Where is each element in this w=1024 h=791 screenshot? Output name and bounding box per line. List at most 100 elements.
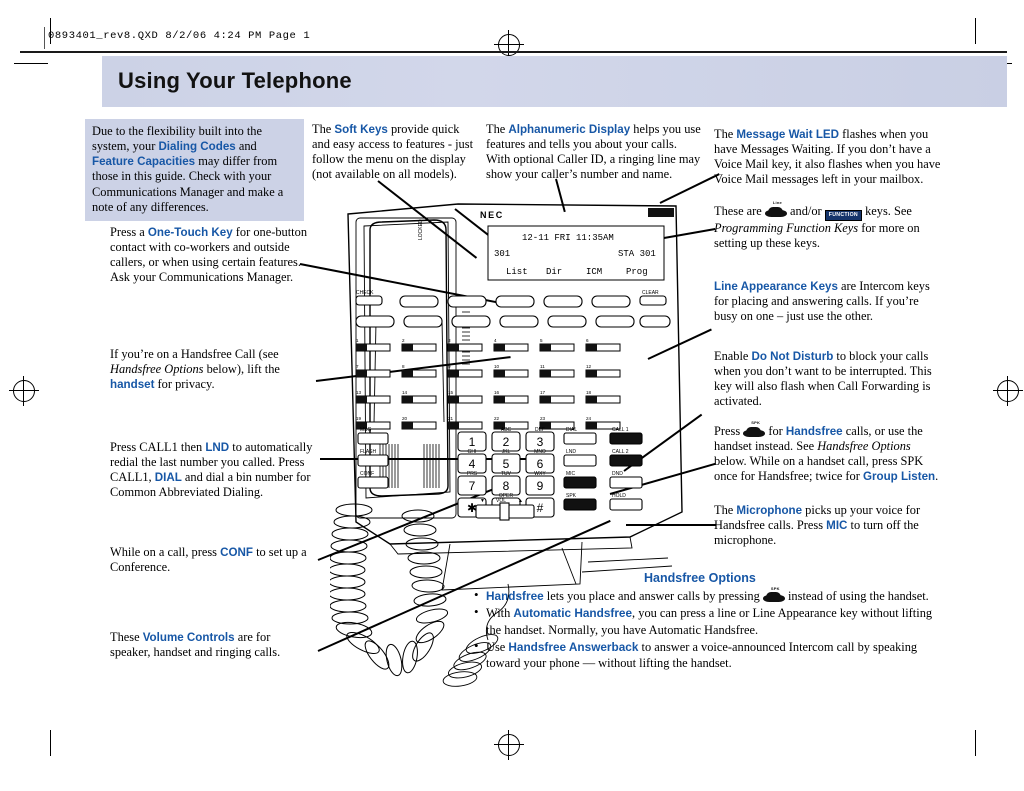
one-touch-key-label: 23 (540, 416, 546, 421)
one-touch-key-led (356, 396, 367, 403)
soft-key-12 (639, 315, 671, 328)
one-touch-key-label: 21 (448, 416, 454, 421)
clear-label: CLEAR (642, 290, 659, 296)
dialpad-digit: 6 (537, 457, 544, 471)
registration-mark-right (993, 376, 1023, 406)
page-title: Using Your Telephone (118, 68, 352, 93)
one-touch-key-label: 11 (540, 364, 545, 369)
one-touch-key-led (448, 370, 459, 377)
one-touch-key-label: 1 (356, 338, 359, 343)
function-key-label: LND (566, 449, 576, 455)
one-touch-key-label: 6 (586, 338, 589, 343)
brand-label: NEC (480, 210, 504, 220)
lnd-dial-note: Press CALL1 then LND to automatically re… (110, 440, 313, 500)
display-line1: 12-11 FRI 11:35AM (522, 233, 614, 243)
function-key-dnd[interactable] (609, 476, 643, 489)
function-key-hold[interactable] (609, 498, 643, 511)
one-touch-key-label: 19 (356, 416, 362, 421)
function-key-label: HOLD (612, 493, 626, 499)
function-key-conf[interactable] (357, 476, 389, 489)
one-touch-key-label: 7 (356, 364, 359, 369)
one-touch-key-led (586, 396, 597, 403)
one-touch-key-matrix: 1 2 3 4 5 67 8 9 10 11 1213 14 15 16 17 1819 20 21 22 23 24 (355, 338, 621, 430)
function-key-call2[interactable] (609, 454, 643, 467)
crop-mark-bottom-right-v (975, 730, 976, 756)
one-touch-key-label: 13 (356, 390, 362, 395)
function-key-label: SPK (566, 493, 577, 499)
function-key-mic[interactable] (563, 476, 597, 489)
file-stamp: 0893401_rev8.QXD 8/2/06 4:24 PM Page 1 (48, 30, 311, 42)
message-wait-led (648, 208, 674, 217)
registration-mark-bottom (494, 730, 524, 760)
one-touch-key-led (586, 370, 597, 377)
soft-keys-note: The Soft Keys provide quick and easy acc… (312, 122, 474, 182)
handset-cord-loop (330, 503, 449, 677)
check-label: CHECK (356, 290, 374, 296)
one-touch-key-led (494, 344, 505, 351)
one-touch-key-label: 4 (494, 338, 497, 343)
one-touch-key-led (586, 422, 597, 429)
function-key-label: MIC (566, 471, 576, 477)
function-key-msg[interactable] (357, 432, 389, 445)
microphone-note: The Microphone picks up your voice for H… (714, 503, 921, 548)
line-appearance-note: Line Appearance Keys are Intercom keys f… (714, 279, 930, 324)
function-key-spk[interactable] (563, 498, 597, 511)
soft-key-4 (543, 295, 583, 308)
function-key-lnd[interactable] (563, 454, 597, 467)
soft-key-1 (399, 295, 439, 308)
handsfree-press-note: Press SPK for Handsfree calls, or use th… (714, 420, 939, 484)
function-key-call1[interactable] (609, 432, 643, 445)
function-key-label: CONF (360, 471, 374, 477)
one-touch-key-led (448, 422, 459, 429)
one-touch-key-label: 3 (448, 338, 451, 343)
one-touch-key-led (494, 396, 505, 403)
header-rule (20, 51, 1007, 53)
one-touch-key-label: 2 (402, 338, 405, 343)
function-key-label: CALL 2 (612, 449, 629, 455)
volume-controls-note: These Volume Controls are for speaker, h… (110, 630, 281, 660)
display-softkey-3: Prog (626, 267, 648, 277)
one-touch-key-led (402, 344, 413, 351)
dialpad-digit: 9 (537, 479, 544, 493)
crop-mark-left-h (14, 63, 48, 64)
one-touch-key-label: 22 (494, 416, 500, 421)
one-touch-key-led (402, 422, 413, 429)
function-key-label: DIAL (566, 427, 577, 433)
conference-note: While on a call, press CONF to set up a … (110, 545, 307, 575)
one-touch-key-label: 12 (586, 364, 592, 369)
function-key-label: MSG (360, 427, 372, 433)
function-key-label: DND (612, 471, 623, 477)
one-touch-key-led (356, 370, 367, 377)
soft-key-8 (451, 315, 491, 328)
one-touch-key-label: 20 (402, 416, 408, 421)
function-key-label: FLASH (360, 449, 377, 455)
soft-key-6 (355, 315, 395, 328)
function-key-flash[interactable] (357, 454, 389, 467)
soft-key-10 (547, 315, 587, 328)
dialpad-digit: 5 (503, 457, 510, 471)
dialpad-digit: 4 (469, 457, 476, 471)
one-touch-key-label: 18 (586, 390, 592, 395)
one-touch-key-label: 9 (448, 364, 451, 369)
display-softkey-0: List (506, 267, 528, 277)
handset-privacy-note: If you’re on a Handsfree Call (see Hands… (110, 347, 280, 391)
display-line2-left: 301 (494, 249, 510, 259)
display-softkey-2: ICM (586, 267, 602, 277)
soft-key-2 (447, 295, 487, 308)
one-touch-key-label: 16 (494, 390, 500, 395)
one-touch-key-led (494, 370, 505, 377)
display-softkey-1: Dir (546, 267, 562, 277)
function-key-label: CALL 1 (612, 427, 629, 433)
one-touch-key-led (402, 370, 413, 377)
check-key (355, 295, 383, 306)
dialpad-digit: 2 (503, 435, 510, 449)
soft-key-9 (499, 315, 539, 328)
one-touch-key-label: 14 (402, 390, 408, 395)
dialpad-digit: 3 (537, 435, 544, 449)
file-stamp-rule (44, 27, 45, 49)
dialpad-digit: 8 (503, 479, 510, 493)
function-key-dial[interactable] (563, 432, 597, 445)
handset-hook-label: LOCKED (418, 219, 424, 240)
crop-mark-bottom-left-v (50, 730, 51, 756)
one-touch-key-led (540, 344, 551, 351)
